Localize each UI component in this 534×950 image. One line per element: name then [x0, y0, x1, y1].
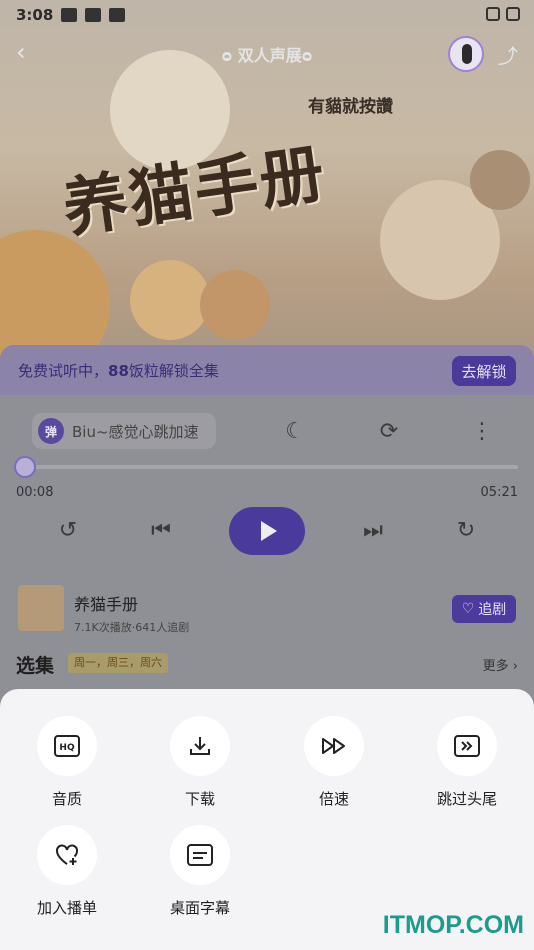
wifi-icon [486, 7, 500, 21]
action-audio-quality[interactable]: HQ 音质 [17, 716, 117, 809]
svg-text:HQ: HQ [59, 743, 75, 753]
avatar[interactable] [448, 36, 484, 72]
action-label: 音质 [51, 790, 82, 808]
unlock-button[interactable]: 去解锁 [452, 356, 516, 386]
danmaku-input[interactable]: 弹 Biu~感觉心跳加速 [32, 413, 216, 449]
speed-icon [304, 716, 364, 776]
more-label: 更多 [482, 659, 509, 674]
progress-bar[interactable] [14, 456, 518, 478]
current-time: 00:08 [16, 485, 54, 500]
battery-icon [506, 7, 520, 21]
trial-prefix: 免费试听中， [18, 361, 109, 380]
subtitle-icon [170, 825, 230, 885]
notification-icon [61, 8, 78, 22]
skip-icon [437, 716, 497, 776]
album-title[interactable]: 养猫手册 [74, 591, 138, 615]
cover-tag: 有貓就按讚 [308, 97, 393, 117]
action-sheet: HQ 音质 下载 倍速 跳过头尾 加入播单 桌面字幕 ITMOP.COM [0, 689, 534, 950]
album-stats: 7.1K次播放·641人追剧 [74, 621, 190, 634]
more-link[interactable]: 更多 › [483, 655, 518, 674]
episodes-title: 选集 [16, 655, 55, 677]
danmaku-icon: 弹 [38, 418, 64, 444]
action-label: 桌面字幕 [169, 899, 230, 917]
download-icon [170, 716, 230, 776]
sleep-timer-icon[interactable]: ☾ [281, 418, 309, 446]
action-label: 加入播单 [36, 899, 97, 917]
more-menu-icon[interactable]: ⋮ [468, 418, 496, 446]
action-label: 跳过头尾 [436, 790, 497, 808]
trial-bar: 免费试听中，88饭粒解锁全集 去解锁 [0, 345, 534, 395]
play-button[interactable] [229, 507, 305, 555]
notification-icon [109, 8, 126, 22]
previous-icon[interactable]: ⏮ [145, 515, 177, 547]
follow-button[interactable]: ♡ 追剧 [452, 595, 516, 623]
heart-icon: ♡ [461, 601, 475, 617]
action-skip-intro[interactable]: 跳过头尾 [417, 716, 517, 809]
share-icon[interactable]: ⤴ [498, 40, 520, 68]
album-cover[interactable] [18, 585, 64, 631]
forward-15-icon[interactable]: ↻ [450, 515, 482, 547]
progress-knob[interactable] [14, 456, 36, 478]
trial-text: 免费试听中，88饭粒解锁全集 [18, 360, 219, 381]
cover-title: 养猫手册 [58, 135, 331, 247]
action-download[interactable]: 下载 [150, 716, 250, 809]
heart-plus-icon [37, 825, 97, 885]
trial-count: 88 [108, 361, 129, 380]
chevron-right-icon: › [512, 659, 518, 674]
update-days-badge: 周一，周三，周六 [68, 653, 168, 673]
repeat-icon[interactable]: ⟳ [375, 418, 403, 446]
rewind-15-icon[interactable]: ↺ [52, 515, 84, 547]
danmaku-text: Biu~感觉心跳加速 [72, 422, 199, 441]
top-nav: ‹ ᴑ 双人声展ᴑ ⤴ [0, 36, 534, 72]
action-label: 倍速 [318, 790, 349, 808]
action-desktop-lyrics[interactable]: 桌面字幕 [150, 825, 250, 918]
status-bar: 3:08 [0, 0, 534, 30]
status-time: 3:08 [16, 6, 54, 24]
action-speed[interactable]: 倍速 [284, 716, 384, 809]
next-icon[interactable]: ⏭ [357, 515, 389, 547]
action-label: 下载 [184, 790, 215, 808]
hq-icon: HQ [37, 716, 97, 776]
watermark: ITMOP.COM [382, 911, 524, 939]
trial-suffix: 饭粒解锁全集 [128, 361, 219, 380]
notification-icon [85, 8, 102, 22]
action-add-playlist[interactable]: 加入播单 [17, 825, 117, 918]
follow-label: 追剧 [478, 602, 507, 618]
total-time: 05:21 [480, 485, 518, 500]
